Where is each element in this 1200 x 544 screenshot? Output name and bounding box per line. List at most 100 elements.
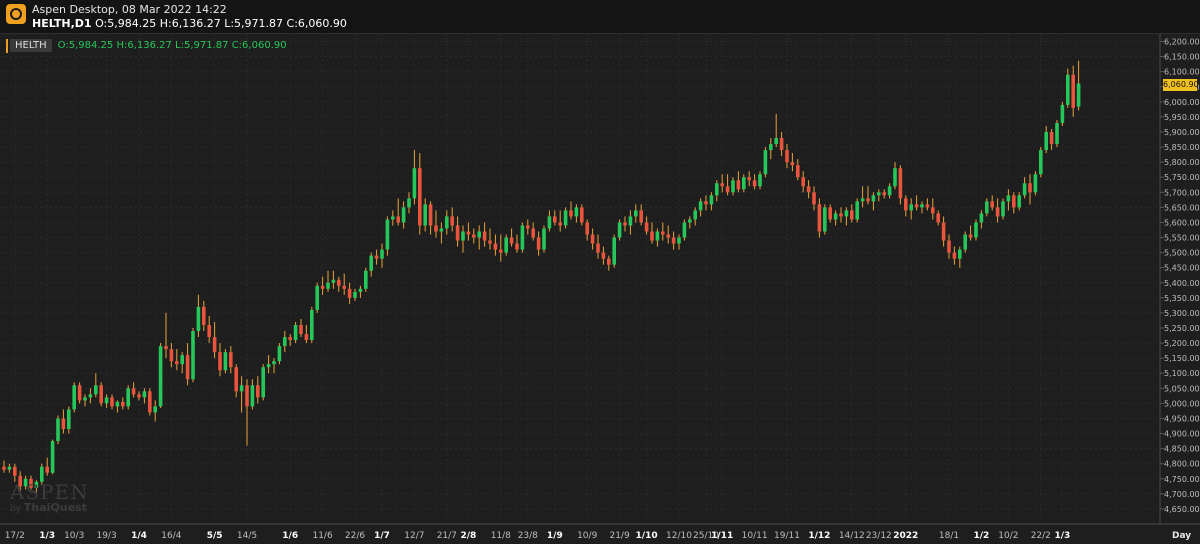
aspen-watermark: ASPEN by ThaiQuest bbox=[10, 481, 89, 514]
candle-body bbox=[801, 177, 805, 187]
candle-body bbox=[968, 234, 973, 238]
candlestick-chart[interactable]: 4,650.00 4,700.00 4,750.00 4,800.00 4,850.00… bbox=[0, 0, 1200, 544]
y-tick-label: 5,550.00 bbox=[1164, 234, 1200, 243]
x-tick-label: 19/11 bbox=[774, 531, 800, 541]
candle-body bbox=[391, 216, 395, 220]
candle-body bbox=[191, 331, 195, 380]
candle bbox=[158, 343, 163, 408]
candle-body bbox=[88, 394, 93, 398]
candle-body bbox=[148, 391, 152, 413]
candle-body bbox=[715, 183, 719, 196]
candle-body bbox=[844, 210, 849, 217]
candle-body bbox=[995, 207, 1000, 217]
candle-body bbox=[1076, 83, 1081, 107]
y-tick-label: 5,300.00 bbox=[1164, 309, 1200, 318]
candle bbox=[72, 382, 76, 413]
candle-body bbox=[353, 291, 357, 298]
candle-body bbox=[871, 195, 876, 202]
candle bbox=[315, 282, 319, 313]
y-tick-label: 5,100.00 bbox=[1164, 369, 1200, 378]
candle-body bbox=[785, 150, 789, 163]
candle bbox=[293, 321, 298, 344]
candle-body bbox=[666, 234, 670, 238]
time-axis: 17/2 1/3 10/3 19/3 1/4 16/4 5/5 14/5 1/6 11/6 22/6… bbox=[5, 531, 1071, 541]
candle-body bbox=[688, 219, 692, 223]
candle-body bbox=[974, 222, 978, 238]
candle-body bbox=[180, 355, 184, 365]
candle-body bbox=[164, 346, 168, 350]
candle bbox=[364, 267, 368, 292]
candle-body bbox=[374, 255, 379, 259]
candle-body bbox=[153, 406, 157, 413]
candle-body bbox=[769, 144, 773, 151]
candle-body bbox=[67, 409, 71, 430]
candle bbox=[974, 219, 978, 241]
candle-body bbox=[887, 186, 892, 196]
x-tick-label: 19/3 bbox=[96, 531, 116, 541]
candle-body bbox=[904, 198, 908, 211]
candle bbox=[277, 343, 282, 365]
candle-body bbox=[526, 225, 530, 229]
candle-body bbox=[212, 337, 217, 353]
candle-body bbox=[796, 165, 800, 178]
candle-body bbox=[958, 249, 962, 259]
y-tick-label: 5,800.00 bbox=[1164, 158, 1200, 167]
candle-body bbox=[142, 391, 147, 398]
candle-body bbox=[423, 204, 427, 226]
candle-body bbox=[385, 219, 390, 250]
candle-body bbox=[256, 385, 260, 398]
candle-body bbox=[245, 385, 249, 407]
candle-body bbox=[56, 418, 60, 442]
x-tick-label: 1/10 bbox=[636, 531, 658, 541]
candle-body bbox=[13, 466, 17, 476]
candle-body bbox=[774, 138, 778, 145]
x-tick-label: 1/7 bbox=[374, 531, 390, 541]
candle-body bbox=[2, 466, 6, 470]
candle-body bbox=[169, 349, 174, 362]
candle-body bbox=[77, 385, 82, 401]
x-tick-label: 1/4 bbox=[131, 531, 147, 541]
legend-symbol[interactable]: HELTH bbox=[10, 39, 52, 52]
candle-body bbox=[1017, 195, 1021, 208]
candle-body bbox=[272, 361, 276, 365]
candle-body bbox=[304, 334, 309, 341]
candle-body bbox=[536, 237, 541, 250]
timeframe-label[interactable]: Day bbox=[1172, 531, 1191, 541]
candle-body bbox=[731, 180, 735, 193]
y-tick-label: 5,450.00 bbox=[1164, 264, 1200, 273]
candle-body bbox=[72, 385, 76, 410]
candle-body bbox=[364, 270, 368, 289]
candle bbox=[963, 231, 967, 253]
candle-body bbox=[925, 204, 930, 208]
candle-body bbox=[671, 237, 676, 244]
candle bbox=[148, 388, 152, 416]
y-tick-label: 5,900.00 bbox=[1164, 128, 1200, 137]
candle bbox=[1055, 119, 1059, 148]
candle-body bbox=[941, 222, 946, 241]
y-tick-label: 5,650.00 bbox=[1164, 203, 1200, 212]
x-tick-label: 1/2 bbox=[973, 531, 989, 541]
candle-body bbox=[396, 216, 400, 223]
y-tick-label: 4,950.00 bbox=[1164, 414, 1200, 423]
x-tick-label: 21/9 bbox=[609, 531, 629, 541]
candle-body bbox=[158, 346, 163, 407]
candle-body bbox=[752, 180, 757, 187]
x-tick-label: 11/8 bbox=[491, 531, 511, 541]
candle-body bbox=[499, 249, 503, 253]
y-tick-label: 5,350.00 bbox=[1164, 294, 1200, 303]
candle-body bbox=[493, 243, 498, 250]
candle-body bbox=[412, 168, 417, 199]
candle-body bbox=[185, 355, 190, 380]
candle-body bbox=[520, 225, 525, 250]
x-tick-label: 10/9 bbox=[577, 531, 597, 541]
y-tick-label: 5,050.00 bbox=[1164, 384, 1200, 393]
candle-body bbox=[299, 324, 303, 335]
candle-body bbox=[607, 258, 611, 265]
candle-body bbox=[369, 255, 373, 271]
candle bbox=[1001, 198, 1005, 220]
y-tick-label: 6,100.00 bbox=[1164, 68, 1200, 77]
candle-body bbox=[806, 186, 811, 193]
candle-body bbox=[277, 346, 282, 362]
candle-body bbox=[310, 309, 314, 341]
candle-body bbox=[1022, 183, 1027, 196]
